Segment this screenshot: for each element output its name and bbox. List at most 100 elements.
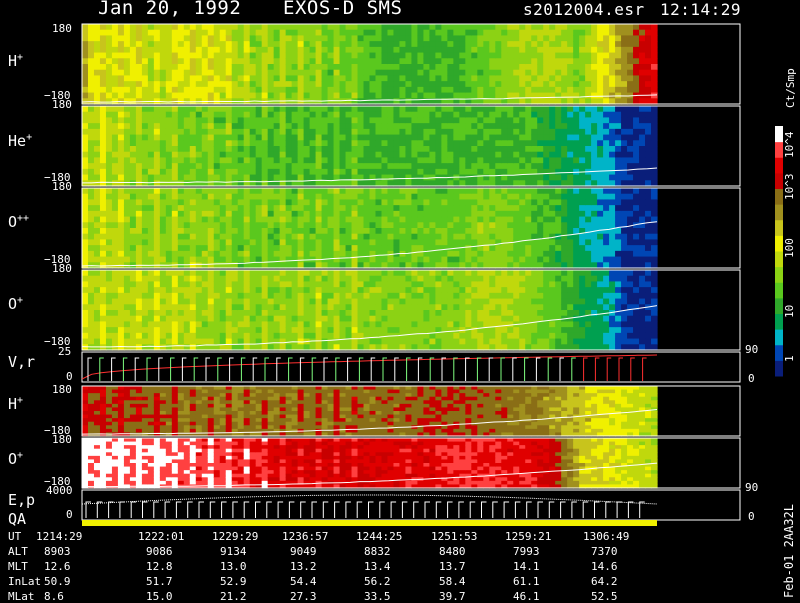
heatmap-cell [195,146,203,153]
heatmap-cell [129,117,137,124]
heatmap-cell [513,256,520,263]
heatmap-cell [267,298,275,305]
heatmap-cell [207,292,215,300]
heatmap-cell [525,46,532,54]
heatmap-cell [117,117,125,124]
heatmap-cell [573,157,580,164]
heatmap-cell [471,168,478,176]
heatmap-cell [477,64,484,71]
heatmap-cell [177,275,185,283]
heatmap-cell [549,117,556,124]
heatmap-cell [423,75,430,82]
heatmap-cell [135,29,143,37]
heatmap-cell [387,151,395,159]
heatmap-cell [327,292,335,300]
heatmap-cell [213,35,221,42]
heatmap-cell [153,86,161,94]
heatmap-cell [549,163,556,170]
heatmap-cell [621,58,628,65]
heatmap-cell [507,228,514,235]
heatmap-cell [171,188,179,195]
heatmap-cell [129,69,137,77]
heatmap-cell [207,128,215,136]
heatmap-cell [423,228,430,235]
heatmap-cell [525,58,532,65]
heatmap-cell [639,174,646,181]
heatmap-cell [231,281,239,288]
heatmap-cell [507,24,514,31]
heatmap-cell [387,134,395,141]
heatmap-cell [585,41,592,48]
heatmap-cell [459,174,466,181]
heatmap-cell [585,245,592,252]
heatmap-cell [321,193,329,201]
heatmap-cell [237,168,245,176]
heatmap-cell [573,256,580,263]
heatmap-cell [165,151,173,159]
heatmap-cell [153,310,161,317]
heatmap-cell [441,245,448,252]
heatmap-cell [291,210,299,218]
heatmap-cell [435,117,442,124]
heatmap-cell [123,134,131,141]
heatmap-cell [82,315,89,323]
heatmap-cell [93,163,101,170]
heatmap-cell [207,157,215,164]
heatmap-cell [483,315,490,323]
heatmap-cell [369,123,377,130]
heatmap-cell [381,81,389,88]
heatmap-cell [363,157,371,164]
heatmap-cell [603,233,610,241]
heatmap-cell [597,92,604,99]
heatmap-cell [327,140,335,147]
heatmap-cell [183,86,191,94]
heatmap-cell [249,128,257,136]
heatmap-cell [213,250,221,258]
heatmap-cell [357,298,365,305]
heatmap-cell [423,270,430,277]
heatmap-cell [165,250,173,258]
heatmap-cell [225,304,233,311]
heatmap-cell [189,205,197,212]
heatmap-cell [513,111,520,119]
heatmap-cell [273,92,281,99]
heatmap-cell [165,210,173,218]
heatmap-cell [123,193,131,201]
heatmap-cell [627,111,634,119]
heatmap-cell [507,205,514,212]
heatmap-cell [651,92,658,99]
heatmap-cell [159,287,167,294]
heatmap-cell [225,106,233,113]
heatmap-cell [297,310,305,317]
heatmap-cell [447,321,454,328]
heatmap-cell [195,310,203,317]
heatmap-cell [483,35,490,42]
heatmap-cell [82,35,89,42]
heatmap-cell [429,332,436,340]
heatmap-cell [117,146,125,153]
heatmap-cell [171,117,179,124]
heatmap-cell [177,304,185,311]
heatmap-cell [429,146,436,153]
heatmap-cell [645,52,652,59]
heatmap-cell [351,216,359,223]
heatmap-cell [405,128,413,136]
heatmap-cell [321,298,329,305]
heatmap-cell [363,151,371,159]
heatmap-cell [531,64,538,71]
heatmap-cell [117,188,125,195]
heatmap-cell [639,216,646,223]
heatmap-cell [285,163,293,170]
heatmap-cell [291,92,299,99]
heatmap-cell [243,92,251,99]
heatmap-cell [381,292,389,300]
heatmap-cell [237,199,245,206]
heatmap-cell [309,86,317,94]
heatmap-cell [207,64,215,71]
heatmap-cell [237,111,245,119]
heatmap-cell [189,210,197,218]
heatmap-cell [603,58,610,65]
heatmap-cell [639,168,646,176]
heatmap-cell [105,281,113,288]
heatmap-cell [441,46,448,54]
